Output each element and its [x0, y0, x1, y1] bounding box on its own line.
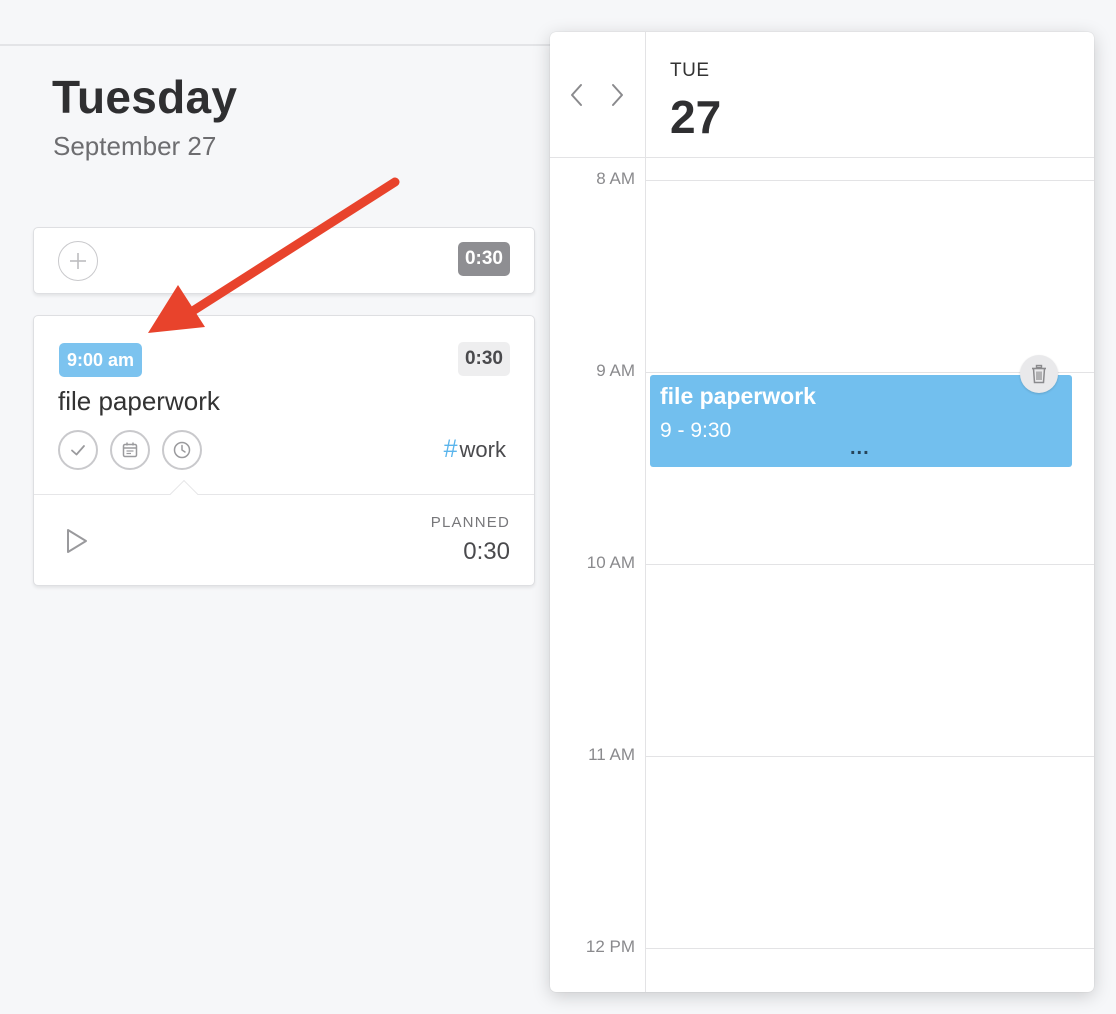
calendar-event[interactable]: file paperwork 9 - 9:30 ... — [650, 375, 1072, 467]
hour-label: 12 PM — [585, 937, 635, 956]
task-tag[interactable]: #work — [444, 435, 506, 464]
add-task-card[interactable]: 0:30 — [33, 227, 535, 294]
task-name[interactable]: file paperwork — [58, 386, 220, 417]
add-task-button[interactable] — [58, 241, 98, 281]
chevron-left-icon — [571, 84, 582, 106]
calendar-header-divider — [550, 157, 1094, 158]
add-task-duration[interactable]: 0:30 — [457, 242, 510, 276]
hour-line — [645, 180, 1094, 181]
hour-label: 11 AM — [588, 745, 635, 764]
task-card-notch — [169, 479, 199, 509]
hour-line — [645, 756, 1094, 757]
task-duration[interactable]: 0:30 — [457, 342, 510, 376]
hour-line — [645, 564, 1094, 565]
time-task-button[interactable] — [162, 430, 202, 470]
hour-label: 9 AM — [596, 361, 635, 380]
hour-line — [645, 948, 1094, 949]
check-icon — [71, 445, 85, 456]
planned-value: 0:30 — [463, 538, 510, 565]
calendar-day-of-week: TUE — [670, 60, 710, 81]
task-card[interactable]: 9:00 am 0:30 file paperwork #work PLANNE — [33, 315, 535, 586]
play-icon — [67, 529, 87, 553]
hour-label: 8 AM — [596, 169, 635, 188]
page-title: Tuesday — [52, 71, 238, 123]
event-time: 9 - 9:30 — [660, 419, 732, 442]
chevron-right-icon — [612, 84, 623, 106]
plus-icon — [70, 253, 86, 269]
task-start-time[interactable]: 9:00 am — [59, 343, 143, 377]
clock-icon — [173, 441, 191, 459]
hashtag-icon: # — [443, 435, 458, 463]
next-day-button[interactable] — [608, 82, 626, 113]
event-title: file paperwork — [660, 383, 816, 409]
planned-label: PLANNED — [430, 514, 510, 531]
complete-task-button[interactable] — [58, 430, 98, 470]
calendar-icon — [122, 442, 138, 458]
schedule-task-button[interactable] — [110, 430, 150, 470]
hour-label: 10 AM — [586, 553, 635, 572]
calendar-panel: TUE 27 8 AM 9 AM 10 AM 11 AM 12 PM file … — [550, 32, 1094, 992]
trash-icon — [1032, 364, 1046, 384]
delete-event-button[interactable] — [1020, 355, 1058, 393]
start-timer-button[interactable] — [64, 526, 90, 561]
time-gutter-divider — [645, 32, 646, 992]
page-subtitle: September 27 — [53, 131, 217, 161]
previous-day-button[interactable] — [568, 82, 586, 113]
calendar-date: 27 — [670, 91, 722, 143]
event-more-handle[interactable]: ... — [850, 437, 870, 460]
task-tag-label: work — [459, 437, 506, 462]
top-divider — [0, 44, 560, 46]
task-card-divider — [34, 494, 534, 495]
